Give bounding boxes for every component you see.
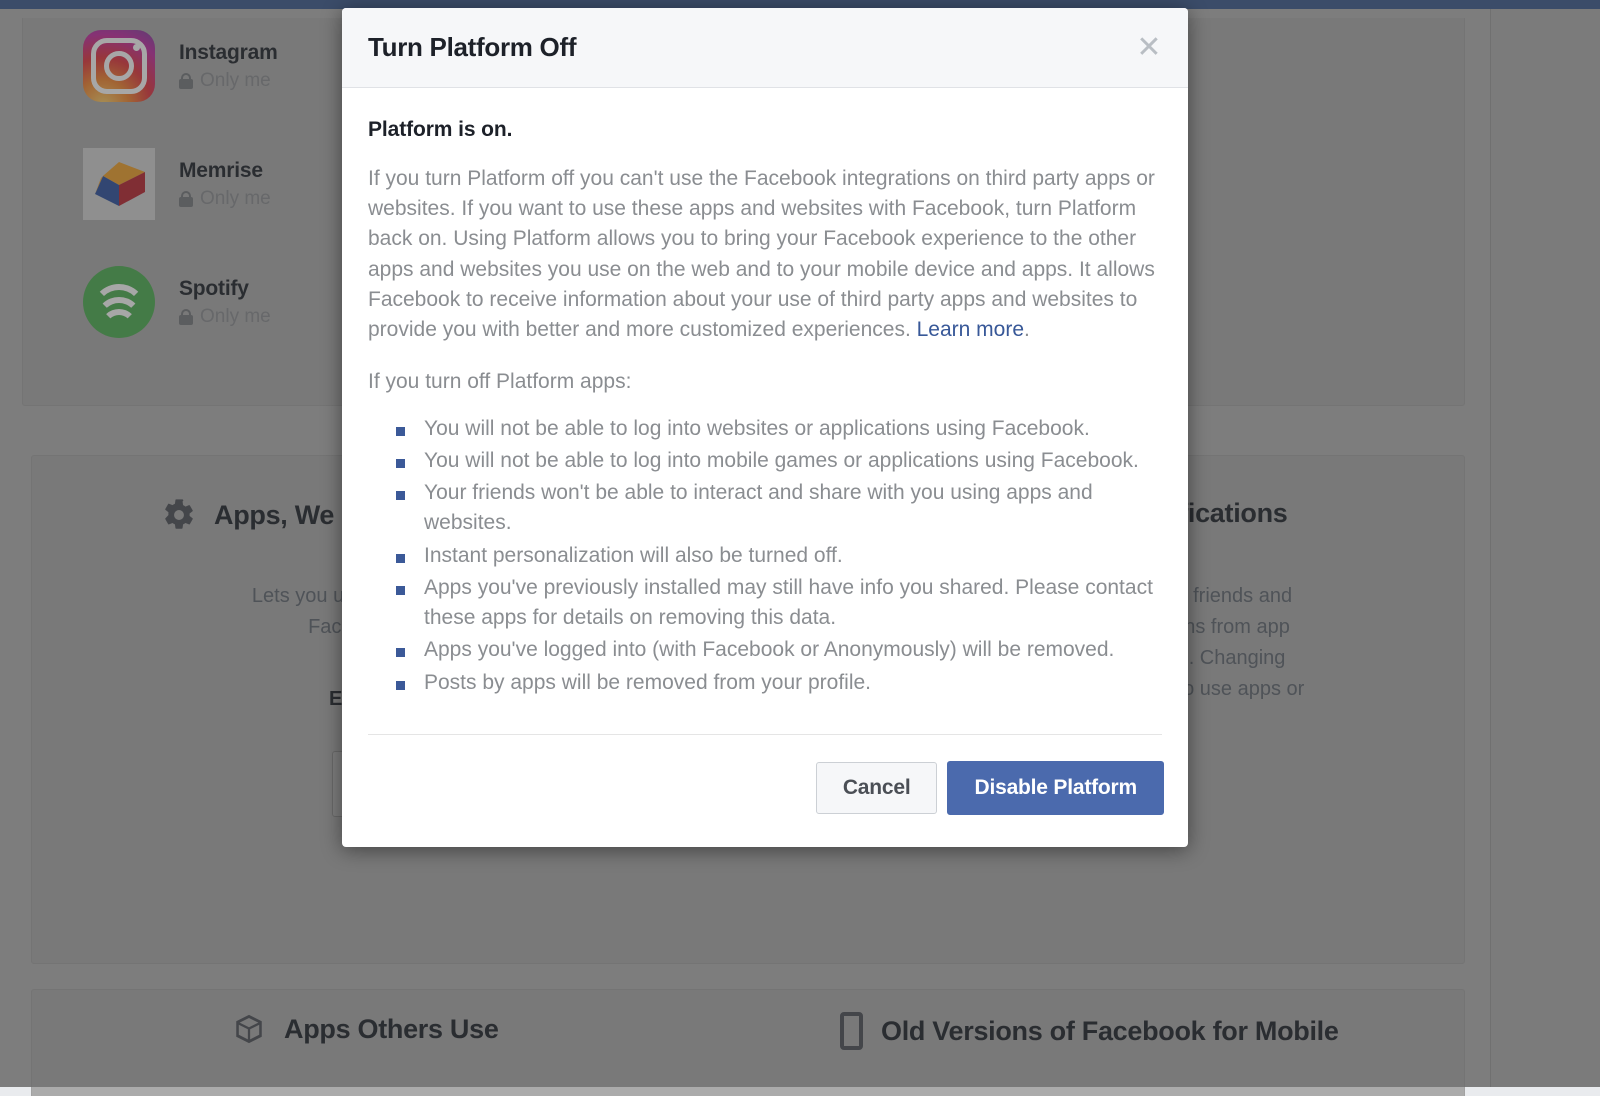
platform-status-text: Platform is on. (368, 118, 513, 141)
apps-others-use-label: Apps Others Use (284, 1013, 499, 1044)
notifications-heading-label: ifications (1172, 498, 1288, 528)
memrise-icon (83, 148, 155, 220)
dialog-header: Turn Platform Off ✕ (342, 8, 1188, 88)
app-name: Memrise (179, 159, 263, 183)
section-heading-old-versions[interactable]: Old Versions of Facebook for Mobile (840, 1012, 1339, 1050)
lock-icon (179, 190, 193, 207)
app-name: Spotify (179, 277, 249, 301)
app-privacy: Only me (179, 306, 271, 328)
lock-icon (179, 72, 193, 89)
disable-platform-button[interactable]: Disable Platform (947, 760, 1164, 815)
list-item: You will not be able to log into website… (386, 414, 1162, 444)
platform-enabled-label: E (329, 688, 343, 710)
instagram-icon (83, 30, 155, 102)
list-item: Apps you've logged into (with Facebook o… (386, 635, 1162, 665)
app-row-memrise[interactable]: Memrise Only me (83, 148, 271, 220)
list-item: Posts by apps will be removed from your … (386, 668, 1162, 698)
app-privacy: Only me (179, 70, 278, 92)
phone-icon (840, 1012, 863, 1050)
lock-icon (179, 308, 193, 325)
explanation-text-tail: . (1024, 318, 1030, 342)
consequences-list: You will not be able to log into website… (386, 414, 1162, 698)
gear-icon (162, 498, 196, 532)
consequences-intro: If you turn off Platform apps: (368, 370, 632, 394)
close-icon[interactable]: ✕ (1132, 31, 1166, 65)
section-heading-apps-websites-plugins: Apps, We (162, 498, 334, 532)
dialog-footer: Cancel Disable Platform (342, 735, 1188, 847)
app-privacy-label: Only me (200, 69, 271, 91)
bottom-settings-card: Apps Others Use Old Versions of Facebook… (31, 989, 1465, 1096)
cube-icon (232, 1012, 266, 1046)
dialog-title: Turn Platform Off (368, 32, 577, 62)
dialog-body: Platform is on. If you turn Platform off… (342, 88, 1188, 735)
section-heading-app-notifications: ifications (1172, 498, 1288, 529)
right-rail (1490, 9, 1600, 1087)
learn-more-link[interactable]: Learn more (917, 318, 1024, 341)
app-privacy-label: Only me (200, 305, 271, 327)
app-privacy: Only me (179, 188, 271, 210)
list-item: Your friends won't be able to interact a… (386, 478, 1162, 538)
app-privacy-label: Only me (200, 187, 271, 209)
spotify-icon (83, 266, 155, 338)
app-name: Instagram (179, 41, 278, 65)
turn-platform-off-dialog: Turn Platform Off ✕ Platform is on. If y… (342, 8, 1188, 847)
list-item: You will not be able to log into mobile … (386, 446, 1162, 476)
platform-explanation-paragraph: If you turn Platform off you can't use t… (368, 164, 1162, 345)
list-item: Instant personalization will also be tur… (386, 541, 1162, 571)
list-item: Apps you've previously installed may sti… (386, 573, 1162, 633)
section-heading-apps-others-use[interactable]: Apps Others Use (232, 1012, 499, 1046)
app-row-spotify[interactable]: Spotify Only me (83, 266, 271, 338)
old-versions-label: Old Versions of Facebook for Mobile (881, 1015, 1339, 1046)
explanation-text: If you turn Platform off you can't use t… (368, 167, 1155, 342)
cancel-button[interactable]: Cancel (815, 761, 938, 814)
app-row-instagram[interactable]: Instagram Only me (83, 30, 278, 102)
section-heading-label: Apps, We (214, 499, 335, 530)
